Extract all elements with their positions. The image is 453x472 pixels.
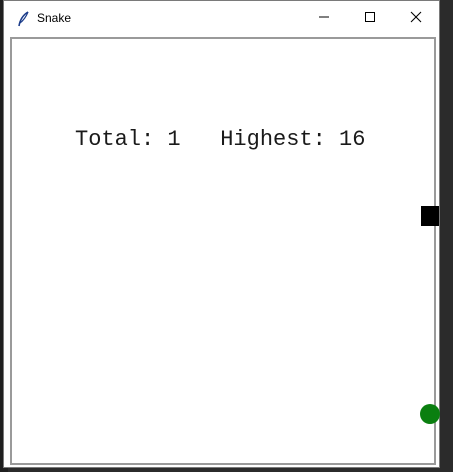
minimize-icon	[318, 10, 330, 28]
close-button[interactable]	[393, 1, 439, 37]
feather-icon	[17, 11, 31, 27]
food-pellet	[420, 404, 440, 424]
game-canvas[interactable]: Total: 1 Highest: 16	[10, 37, 440, 465]
close-icon	[410, 10, 422, 28]
score-display: Total: 1 Highest: 16	[75, 127, 366, 152]
snake-window: Snake Total: 1 Highest: 16	[3, 0, 440, 468]
maximize-button[interactable]	[347, 1, 393, 37]
maximize-icon	[364, 10, 376, 28]
minimize-button[interactable]	[301, 1, 347, 37]
window-title: Snake	[37, 11, 72, 25]
snake-head	[421, 206, 439, 226]
title-bar[interactable]: Snake	[4, 1, 439, 37]
